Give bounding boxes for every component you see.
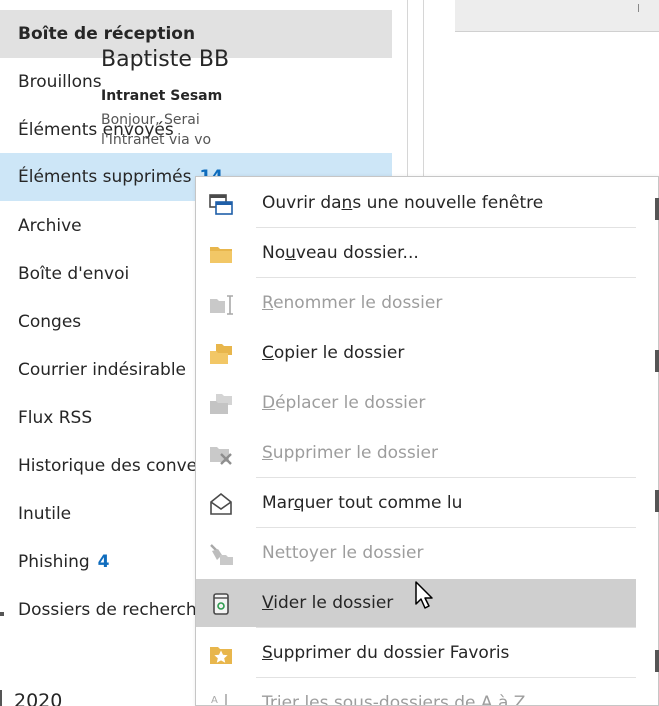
- menu-mark-all-read[interactable]: Marquer tout comme lu: [196, 479, 636, 527]
- delete-folder-icon: [210, 447, 232, 465]
- menu-item-label: Supprimer le dossier: [262, 443, 438, 463]
- rename-folder-icon: [210, 295, 233, 315]
- menu-item-label: Trier les sous-dossiers de A à Z: [262, 693, 526, 706]
- message-preview-line: Bonjour, Serai: [101, 112, 200, 128]
- empty-folder-icon: [213, 593, 229, 615]
- menu-item-label: Copier le dossier: [262, 343, 405, 363]
- menu-item-label: Vider le dossier: [262, 593, 394, 613]
- new-window-icon: [209, 194, 233, 215]
- expand-marker: [0, 612, 6, 620]
- folder-context-menu: Ouvrir dans une nouvelle fenêtre Nouveau…: [195, 176, 659, 706]
- clean-folder-icon: [210, 544, 233, 565]
- message-list-marker: [655, 350, 659, 372]
- mouse-pointer-icon: [415, 581, 433, 609]
- folder-label: Courrier indésirable: [18, 360, 187, 380]
- menu-item-label: Renommer le dossier: [262, 293, 443, 313]
- menu-open-new-window[interactable]: Ouvrir dans une nouvelle fenêtre: [196, 179, 636, 227]
- remove-favorite-icon: [210, 647, 232, 664]
- menu-separator: [256, 627, 636, 628]
- menu-item-label: Nettoyer le dossier: [262, 543, 424, 563]
- menu-new-folder[interactable]: Nouveau dossier...: [196, 229, 636, 277]
- message-list-marker: [655, 198, 659, 220]
- folder-label: Boîte de réception: [18, 24, 196, 44]
- menu-item-label: Déplacer le dossier: [262, 393, 426, 413]
- folder-label: Conges: [18, 312, 82, 332]
- message-subject: Intranet Sesam: [101, 88, 223, 104]
- menu-item-label: Ouvrir dans une nouvelle fenêtre: [262, 193, 544, 213]
- message-preview-line: l'Intranet via vo: [101, 132, 212, 148]
- sort-az-icon: A Z: [211, 694, 227, 706]
- menu-rename-folder[interactable]: Renommer le dossier: [196, 279, 636, 327]
- copy-folder-icon: [210, 344, 232, 364]
- folder-label: Archive: [18, 216, 82, 236]
- menu-separator: [256, 527, 636, 528]
- menu-move-folder[interactable]: Déplacer le dossier: [196, 379, 636, 427]
- menu-separator: [256, 277, 636, 278]
- menu-item-label: Marquer tout comme lu: [262, 493, 463, 513]
- new-folder-icon: [210, 247, 232, 263]
- year-group-label[interactable]: 2020: [14, 690, 62, 706]
- menu-sort-subfolders-az[interactable]: A Z Trier les sous-dossiers de A à Z: [196, 679, 636, 706]
- unread-count: 4: [97, 552, 110, 572]
- menu-item-label: Supprimer du dossier Favoris: [262, 643, 510, 663]
- mark-read-icon: [210, 492, 232, 515]
- menu-clean-folder[interactable]: Nettoyer le dossier: [196, 529, 636, 577]
- svg-text:A: A: [211, 695, 218, 706]
- menu-copy-folder[interactable]: Copier le dossier: [196, 329, 636, 377]
- menu-remove-from-favorites[interactable]: Supprimer du dossier Favoris: [196, 629, 636, 677]
- folder-label: Brouillons: [18, 72, 102, 92]
- message-list-marker: [655, 490, 659, 512]
- menu-delete-folder[interactable]: Supprimer le dossier: [196, 429, 636, 477]
- move-folder-icon: [210, 394, 232, 414]
- folder-label: Flux RSS: [18, 408, 93, 428]
- menu-right-edge: [636, 177, 658, 705]
- message-sender[interactable]: Baptiste BB: [101, 47, 229, 72]
- folder-label: Inutile: [18, 504, 72, 524]
- folder-label: Éléments supprimés: [18, 167, 192, 187]
- menu-separator: [256, 227, 636, 228]
- tree-marker: [0, 690, 2, 706]
- menu-item-label: Nouveau dossier...: [262, 243, 419, 263]
- menu-separator: [256, 677, 636, 678]
- menu-separator: [256, 477, 636, 478]
- folder-label: Boîte d'envoi: [18, 264, 130, 284]
- message-list-marker: [655, 650, 659, 672]
- message-list-header: [455, 0, 659, 32]
- folder-label: Dossiers de recherche: [18, 600, 208, 620]
- folder-label: Phishing: [18, 552, 90, 572]
